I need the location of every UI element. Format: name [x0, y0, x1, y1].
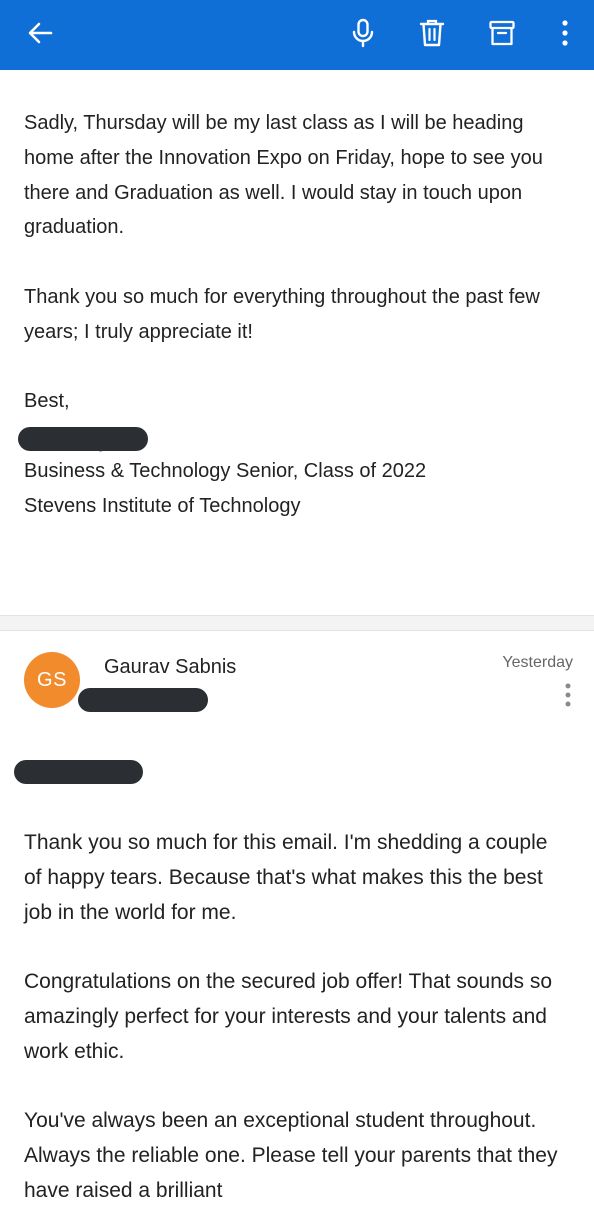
microphone-icon — [352, 18, 374, 48]
signature-school: Stevens Institute of Technology — [24, 494, 301, 517]
redaction-bar — [14, 760, 143, 784]
message-paragraph: Thank you so much for this email. I'm sh… — [24, 831, 548, 924]
app-bar — [0, 0, 594, 70]
signature-name-line: Ana Anaja — [18, 419, 564, 454]
more-vertical-icon — [565, 683, 571, 707]
back-button[interactable] — [18, 11, 62, 55]
delete-button[interactable] — [410, 11, 454, 55]
archive-icon — [489, 20, 515, 46]
sender-name[interactable]: Gaurav Sabnis — [104, 656, 236, 679]
trash-icon — [419, 19, 445, 47]
message-more-button[interactable] — [556, 680, 580, 710]
archive-button[interactable] — [480, 11, 524, 55]
avatar[interactable]: GS — [24, 652, 80, 708]
message-body-previous: Sadly, Thursday will be my last class as… — [18, 106, 564, 524]
more-vertical-icon — [562, 20, 568, 46]
redaction-bar — [18, 427, 148, 452]
message-paragraph: You've always been an exceptional studen… — [24, 1109, 558, 1202]
more-options-button[interactable] — [543, 11, 587, 55]
message-paragraph: Thank you so much for everything through… — [24, 285, 540, 343]
message-divider — [0, 615, 594, 631]
back-arrow-icon — [28, 22, 53, 44]
dictate-button[interactable] — [341, 11, 385, 55]
avatar-initials: GS — [37, 668, 67, 691]
message-paragraph: Congratulations on the secured job offer… — [24, 970, 553, 1063]
closing-text: Best, — [24, 390, 70, 413]
message-body-reply: Thank you so much for this email. I'm sh… — [24, 826, 569, 1209]
message-timestamp: Yesterday — [502, 654, 573, 671]
message-paragraph: Sadly, Thursday will be my last class as… — [24, 112, 543, 239]
redaction-bar — [78, 688, 208, 712]
